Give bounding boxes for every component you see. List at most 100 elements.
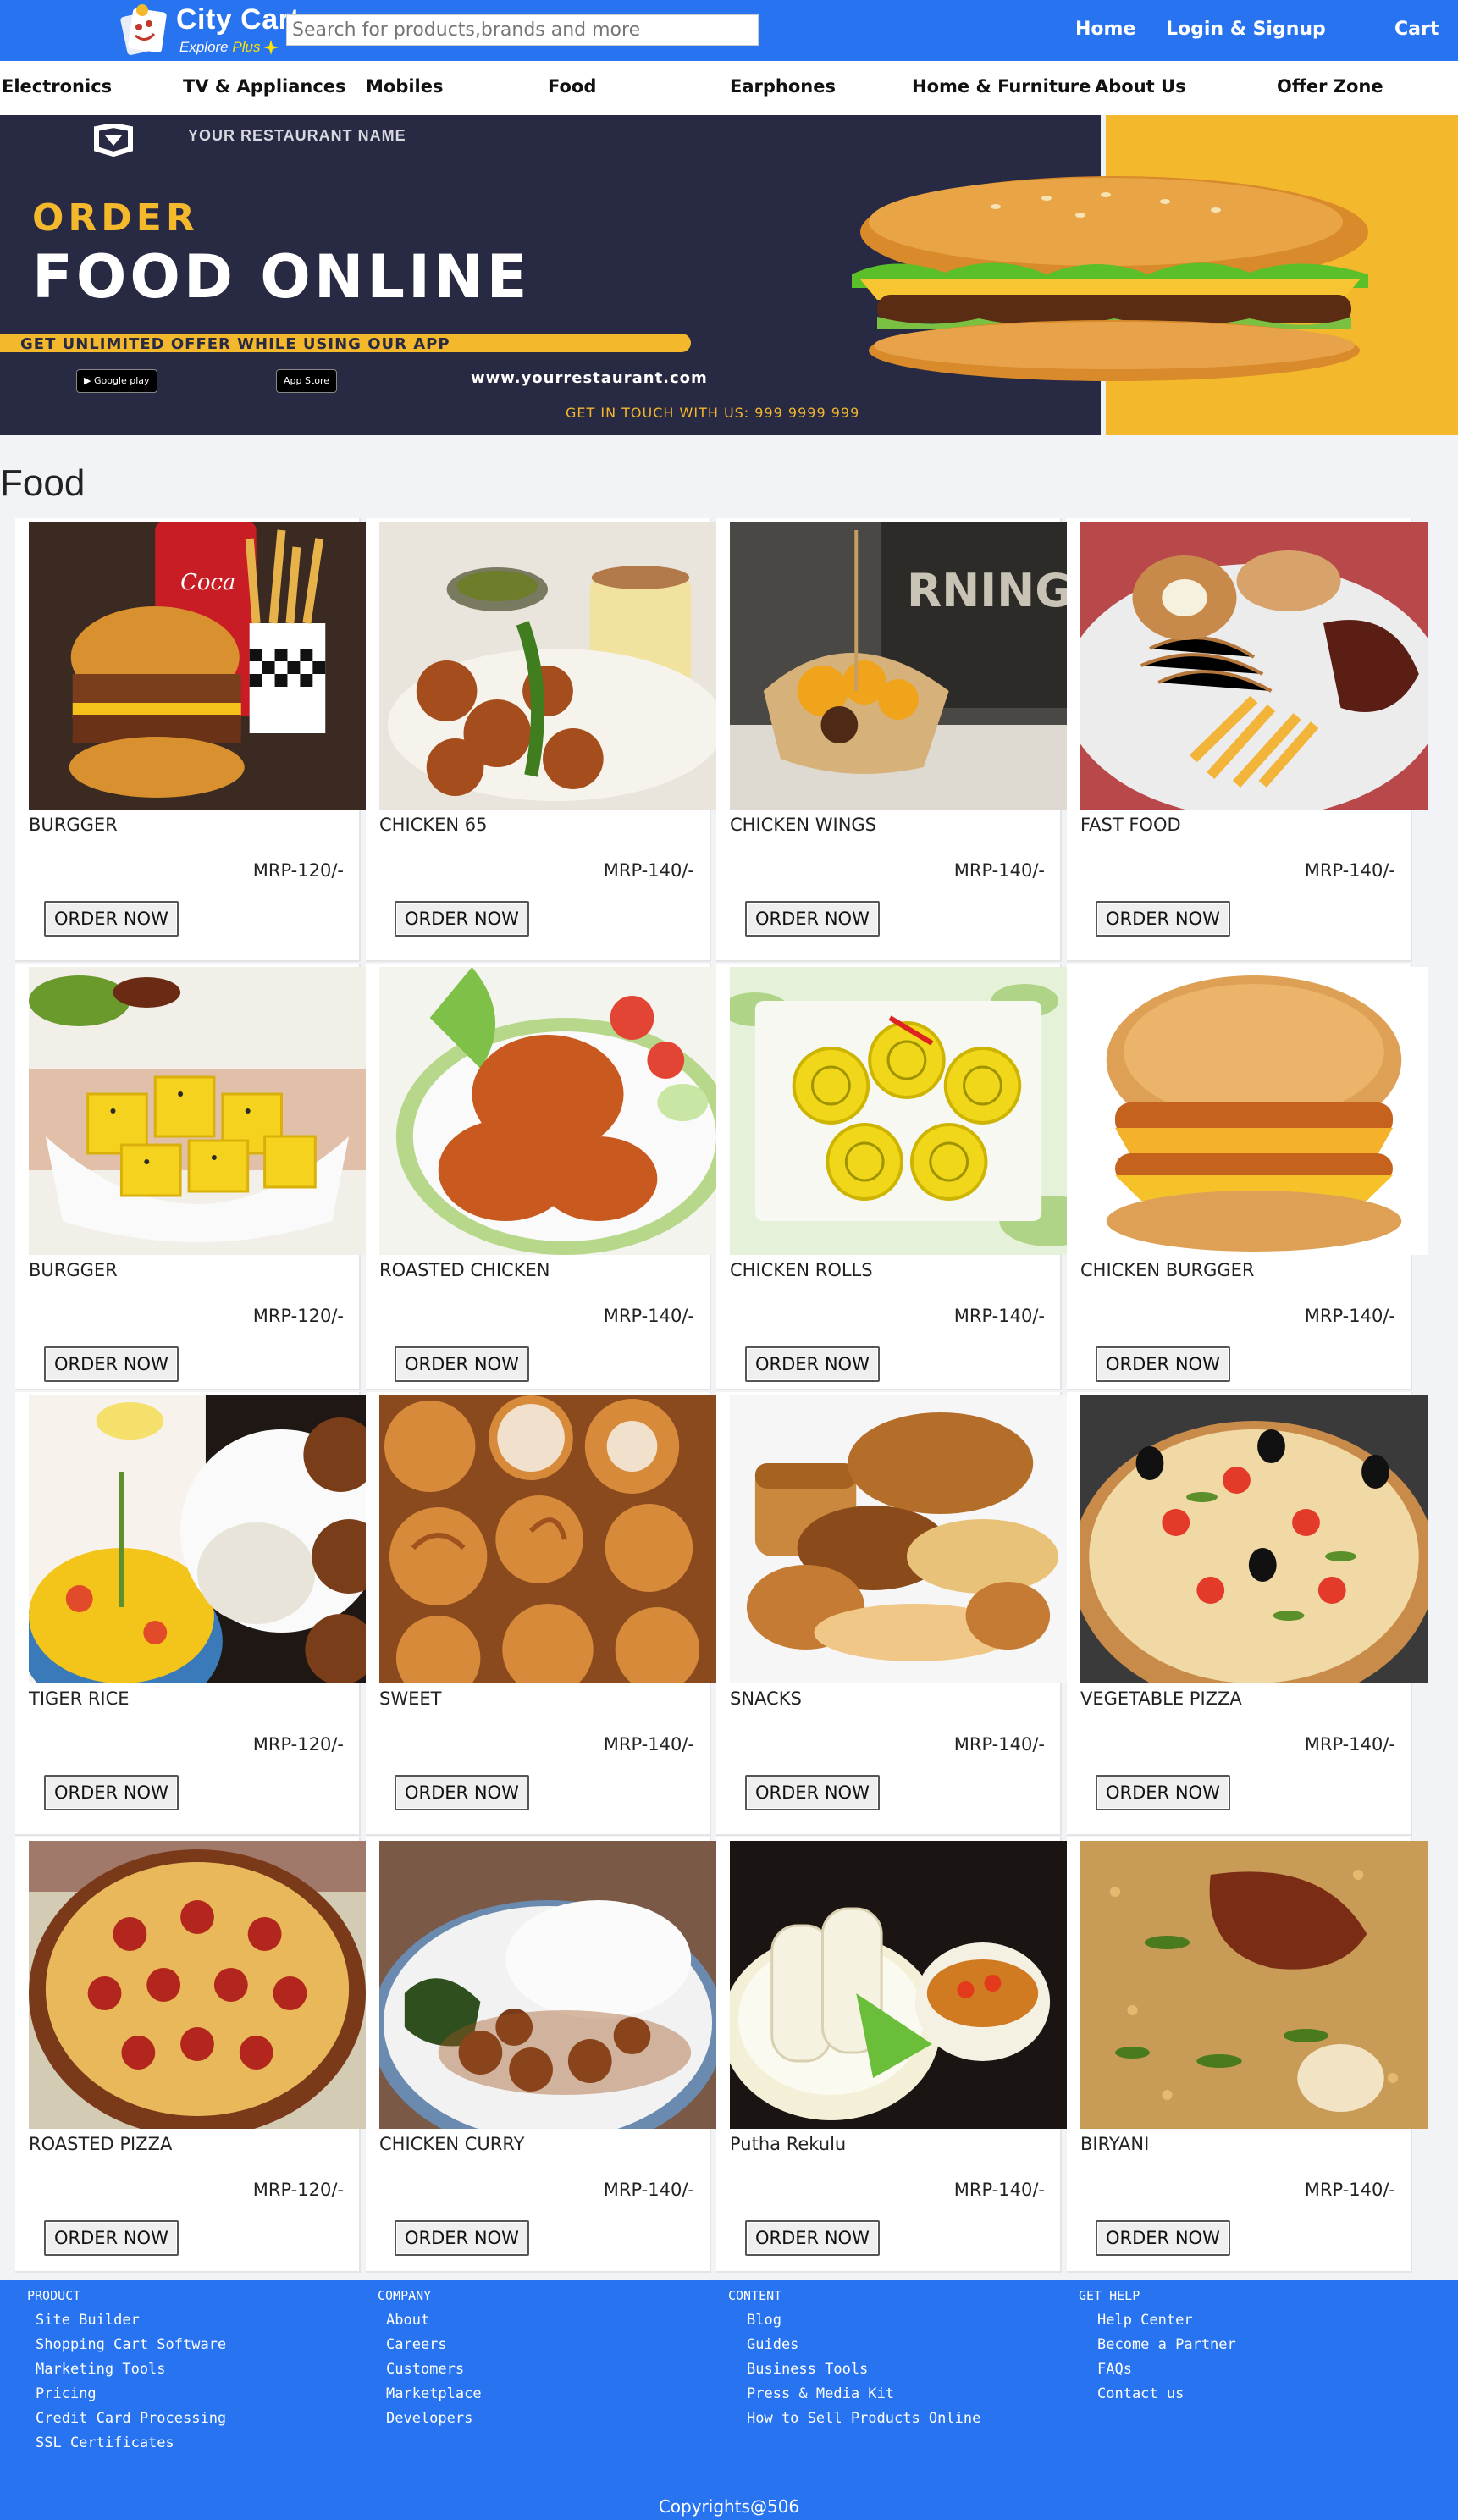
product-image[interactable] xyxy=(379,522,716,810)
product-image[interactable]: RNINGS xyxy=(730,522,1067,810)
nav-login-signup-link[interactable]: Login & Signup xyxy=(1166,19,1326,40)
nav-home-link[interactable]: Home xyxy=(1075,19,1135,40)
order-now-button[interactable]: ORDER NOW xyxy=(44,1775,179,1810)
product-image[interactable] xyxy=(1080,1395,1428,1683)
footer-link[interactable]: Site Builder xyxy=(36,2308,226,2333)
order-now-button[interactable]: ORDER NOW xyxy=(1096,1346,1230,1382)
product-card[interactable]: RNINGS CHICKEN WINGS MRP-140/- ORDER NOW xyxy=(716,518,1067,962)
category-offer-zone[interactable]: Offer Zone xyxy=(1277,76,1383,97)
footer-link[interactable]: Customers xyxy=(386,2357,482,2382)
footer-link[interactable]: Help Center xyxy=(1097,2308,1236,2333)
app-store-badge[interactable]: App Store xyxy=(276,369,338,393)
footer-link[interactable]: Become a Partner xyxy=(1097,2333,1236,2357)
product-name[interactable]: TIGER RICE xyxy=(29,1688,130,1709)
category-mobiles[interactable]: Mobiles xyxy=(366,76,444,97)
product-card[interactable]: TIGER RICE MRP-120/- ORDER NOW xyxy=(15,1392,366,1836)
product-name[interactable]: BURGGER xyxy=(29,815,118,835)
product-image[interactable] xyxy=(379,1395,716,1683)
product-card[interactable]: FAST FOOD MRP-140/- ORDER NOW xyxy=(1067,518,1428,962)
footer-link[interactable]: Marketing Tools xyxy=(36,2357,226,2382)
product-name[interactable]: BURGGER xyxy=(29,1260,118,1280)
product-card[interactable]: Putha Rekulu MRP-140/- ORDER NOW xyxy=(716,1838,1067,2273)
order-now-button[interactable]: ORDER NOW xyxy=(745,1775,880,1810)
product-card[interactable]: BURGGER MRP-120/- ORDER NOW xyxy=(15,964,366,1390)
product-image[interactable] xyxy=(379,967,716,1255)
footer-link[interactable]: Blog xyxy=(747,2308,980,2333)
google-play-badge[interactable]: ▶ Google play xyxy=(76,369,157,393)
product-card[interactable]: CHICKEN BURGGER MRP-140/- ORDER NOW xyxy=(1067,964,1428,1390)
product-image[interactable] xyxy=(379,1841,716,2129)
product-card[interactable]: SNACKS MRP-140/- ORDER NOW xyxy=(716,1392,1067,1836)
product-card[interactable]: CHICKEN CURRY MRP-140/- ORDER NOW xyxy=(366,1838,716,2273)
order-now-button[interactable]: ORDER NOW xyxy=(1096,901,1230,937)
order-now-button[interactable]: ORDER NOW xyxy=(395,1775,529,1810)
product-name[interactable]: Putha Rekulu xyxy=(730,2134,846,2154)
order-now-button[interactable]: ORDER NOW xyxy=(395,2220,529,2256)
footer-link[interactable]: Shopping Cart Software xyxy=(36,2333,226,2357)
product-name[interactable]: VEGETABLE PIZZA xyxy=(1080,1688,1242,1709)
product-image[interactable] xyxy=(1080,967,1428,1255)
product-name[interactable]: CHICKEN 65 xyxy=(379,815,487,835)
product-name[interactable]: ROASTED CHICKEN xyxy=(379,1260,550,1280)
footer-link[interactable]: SSL Certificates xyxy=(36,2431,226,2456)
category-tv-appliances[interactable]: TV & Appliances xyxy=(183,76,346,97)
product-card[interactable]: VEGETABLE PIZZA MRP-140/- ORDER NOW xyxy=(1067,1392,1428,1836)
product-name[interactable]: CHICKEN CURRY xyxy=(379,2134,524,2154)
order-now-button[interactable]: ORDER NOW xyxy=(1096,1775,1230,1810)
product-image[interactable] xyxy=(1080,1841,1428,2129)
category-home-furniture[interactable]: Home & Furniture xyxy=(912,76,1091,97)
category-food[interactable]: Food xyxy=(548,76,596,97)
category-about-us[interactable]: About Us xyxy=(1095,76,1186,97)
product-image[interactable] xyxy=(730,1841,1067,2129)
promo-banner[interactable]: YOUR RESTAURANT NAME ORDER FOOD ONLINE G… xyxy=(0,115,1458,435)
product-name[interactable]: ROASTED PIZZA xyxy=(29,2134,172,2154)
order-now-button[interactable]: ORDER NOW xyxy=(44,1346,179,1382)
product-name[interactable]: CHICKEN ROLLS xyxy=(730,1260,873,1280)
footer-link[interactable]: Careers xyxy=(386,2333,482,2357)
footer-link[interactable]: Credit Card Processing xyxy=(36,2407,226,2431)
product-name[interactable]: CHICKEN WINGS xyxy=(730,815,876,835)
footer-link[interactable]: Pricing xyxy=(36,2382,226,2407)
product-card[interactable]: ROASTED PIZZA MRP-120/- ORDER NOW xyxy=(15,1838,366,2273)
product-card[interactable]: CHICKEN 65 MRP-140/- ORDER NOW xyxy=(366,518,716,962)
category-electronics[interactable]: Electronics xyxy=(2,76,112,97)
footer-link[interactable]: How to Sell Products Online xyxy=(747,2407,980,2431)
footer-link[interactable]: Guides xyxy=(747,2333,980,2357)
shopping-bag-logo-icon[interactable] xyxy=(117,2,169,58)
product-card[interactable]: ROASTED CHICKEN MRP-140/- ORDER NOW xyxy=(366,964,716,1390)
product-name[interactable]: SNACKS xyxy=(730,1688,802,1709)
product-image[interactable] xyxy=(1080,522,1428,810)
product-image[interactable]: Coca xyxy=(29,522,366,810)
order-now-button[interactable]: ORDER NOW xyxy=(44,901,179,937)
product-card[interactable]: BIRYANI MRP-140/- ORDER NOW xyxy=(1067,1838,1428,2273)
footer-link[interactable]: Press & Media Kit xyxy=(747,2382,980,2407)
category-earphones[interactable]: Earphones xyxy=(730,76,836,97)
product-image[interactable] xyxy=(29,967,366,1255)
product-card[interactable]: SWEET MRP-140/- ORDER NOW xyxy=(366,1392,716,1836)
product-image[interactable] xyxy=(29,1841,366,2129)
search-input[interactable] xyxy=(286,14,759,46)
product-image[interactable] xyxy=(29,1395,366,1683)
footer-link[interactable]: About xyxy=(386,2308,482,2333)
footer-link[interactable]: FAQs xyxy=(1097,2357,1236,2382)
order-now-button[interactable]: ORDER NOW xyxy=(745,901,880,937)
brand-name[interactable]: City Cart xyxy=(176,3,300,36)
order-now-button[interactable]: ORDER NOW xyxy=(44,2220,179,2256)
nav-cart-link[interactable]: Cart xyxy=(1394,19,1439,40)
order-now-button[interactable]: ORDER NOW xyxy=(745,2220,880,2256)
footer-link[interactable]: Marketplace xyxy=(386,2382,482,2407)
product-card[interactable]: Coca BURGGER MRP-120/- ORDER NOW xyxy=(15,518,366,962)
order-now-button[interactable]: ORDER NOW xyxy=(1096,2220,1230,2256)
product-image[interactable] xyxy=(730,967,1067,1255)
footer-link[interactable]: Contact us xyxy=(1097,2382,1236,2407)
order-now-button[interactable]: ORDER NOW xyxy=(745,1346,880,1382)
product-name[interactable]: BIRYANI xyxy=(1080,2134,1149,2154)
product-name[interactable]: FAST FOOD xyxy=(1080,815,1181,835)
order-now-button[interactable]: ORDER NOW xyxy=(395,1346,529,1382)
footer-link[interactable]: Developers xyxy=(386,2407,482,2431)
product-image[interactable] xyxy=(730,1395,1067,1683)
product-card[interactable]: CHICKEN ROLLS MRP-140/- ORDER NOW xyxy=(716,964,1067,1390)
footer-link[interactable]: Business Tools xyxy=(747,2357,980,2382)
product-name[interactable]: CHICKEN BURGGER xyxy=(1080,1260,1255,1280)
order-now-button[interactable]: ORDER NOW xyxy=(395,901,529,937)
